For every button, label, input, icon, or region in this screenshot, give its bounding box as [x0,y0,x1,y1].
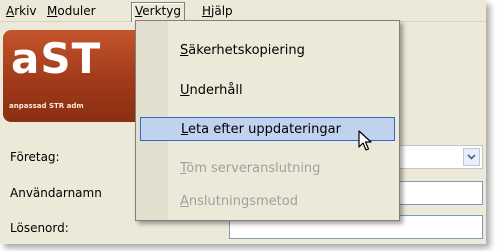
menu-item-clear-server-connection[interactable]: Töm serveranslutning [169,157,395,181]
menu-bar: Arkiv Moduler Verktyg Hjälp [0,0,486,22]
logo-subtitle: anpassad STR adm [9,102,84,110]
company-label: Företag: [10,150,60,164]
menu-item-maintenance[interactable]: Underhåll [169,79,395,103]
menu-item-check-updates-mnemonic: L [181,122,189,137]
menu-item-check-updates-label: eta efter uppdateringar [188,122,341,137]
app-logo: aST anpassad STR adm [3,30,141,122]
menu-hjalp-label: jälp [211,4,233,18]
menu-verktyg-label: erktyg [142,4,181,18]
menu-arkiv-mnemonic: A [6,4,15,18]
menu-arkiv[interactable]: Arkiv [3,3,40,19]
menu-moduler-mnemonic: M [47,4,58,18]
menu-hjalp[interactable]: Hjälp [199,3,236,19]
username-label: Användarnamn [10,186,102,200]
menu-item-backup[interactable]: Säkerhetskopiering [169,39,395,63]
menu-item-clear-server-connection-label: öm serveranslutning [186,161,321,176]
menu-hjalp-mnemonic: H [202,4,212,18]
menu-item-check-updates[interactable]: Leta efter uppdateringar [140,117,395,141]
menu-item-maintenance-label: nderhåll [189,83,243,98]
arrow-pointer-icon [358,130,372,156]
menu-item-connection-method-mnemonic: A [180,194,189,209]
menu-moduler-label: oduler [57,4,96,18]
menu-verktyg[interactable]: Verktyg [131,2,185,22]
menu-moduler[interactable]: Moduler [44,3,99,19]
application-window: Arkiv Moduler Verktyg Hjälp aST anpassad… [0,0,486,244]
tools-dropdown-menu: Säkerhetskopiering Underhåll Leta efter … [135,20,400,221]
menu-item-connection-method-label: nslutningsmetod [188,194,298,209]
menu-arkiv-label: rkiv [14,4,37,18]
chevron-down-icon[interactable] [463,148,480,166]
menu-item-backup-label: äkerhetskopiering [188,43,305,58]
password-label: Lösenord: [10,221,69,235]
logo-text: aST [11,34,102,83]
menu-item-connection-method[interactable]: Anslutningsmetod [169,190,395,214]
menu-item-maintenance-mnemonic: U [180,83,190,98]
